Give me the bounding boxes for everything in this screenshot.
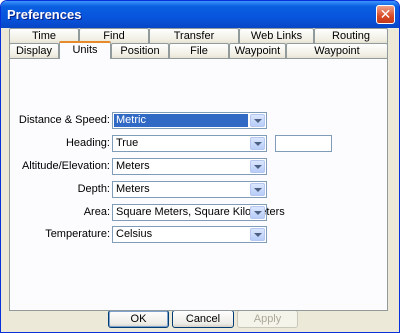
selected-value: Metric bbox=[114, 114, 248, 127]
close-icon: ✕ bbox=[379, 6, 392, 22]
altitude-label: Altitude/Elevation: bbox=[21, 160, 110, 172]
chevron-down-icon[interactable] bbox=[250, 114, 265, 127]
tab-transfer[interactable]: Transfer bbox=[149, 28, 239, 44]
apply-button[interactable]: Apply bbox=[237, 310, 298, 328]
depth-label: Depth: bbox=[77, 183, 110, 195]
heading-value-field[interactable] bbox=[275, 135, 332, 152]
selected-value: True bbox=[116, 137, 139, 149]
chevron-down-icon[interactable] bbox=[250, 160, 265, 173]
tab-units[interactable]: Units bbox=[59, 41, 111, 59]
tab-label: Units bbox=[72, 44, 98, 56]
area-select[interactable]: Square Meters, Square Kilometers bbox=[112, 204, 285, 221]
window-title: Preferences bbox=[7, 7, 82, 22]
tab-label: Waypoint bbox=[234, 45, 281, 57]
distance-speed-label: Distance & Speed: bbox=[18, 114, 110, 126]
distance-speed-select[interactable]: Metric bbox=[112, 112, 267, 129]
preferences-window: Preferences ✕ Time Find Transfer Web Lin… bbox=[0, 0, 400, 333]
altitude-select[interactable]: Meters bbox=[112, 158, 267, 175]
area-label: Area: bbox=[83, 206, 110, 218]
chevron-down-icon[interactable] bbox=[250, 137, 265, 150]
temperature-select[interactable]: Celsius bbox=[112, 226, 267, 243]
heading-label: Heading: bbox=[65, 137, 110, 149]
tab-label: Transfer bbox=[173, 30, 215, 42]
close-button[interactable]: ✕ bbox=[376, 5, 395, 24]
selected-value: Celsius bbox=[116, 228, 153, 240]
dialog-client: Time Find Transfer Web Links Routing Dis… bbox=[4, 28, 396, 329]
title-bar[interactable]: Preferences ✕ bbox=[1, 1, 399, 28]
tab-display[interactable]: Display bbox=[9, 43, 59, 59]
tab-routing[interactable]: Routing bbox=[314, 28, 388, 44]
tab-label: Display bbox=[15, 45, 53, 57]
units-panel: Distance & Speed: Metric Heading: True A… bbox=[9, 58, 388, 311]
tab-position[interactable]: Position bbox=[111, 43, 169, 59]
ok-button[interactable]: OK bbox=[108, 310, 169, 328]
tab-web-links[interactable]: Web Links bbox=[239, 28, 314, 44]
tab-label: Web Links bbox=[250, 30, 303, 42]
heading-select[interactable]: True bbox=[112, 135, 267, 152]
tab-label: Time bbox=[31, 30, 57, 42]
tab-label: Routing bbox=[332, 30, 370, 42]
selected-value: Meters bbox=[116, 160, 150, 172]
temperature-label: Temperature: bbox=[45, 228, 110, 240]
depth-select[interactable]: Meters bbox=[112, 181, 267, 198]
chevron-down-icon[interactable] bbox=[250, 206, 265, 219]
tab-waypoint-categories[interactable]: Waypoint Categories bbox=[286, 43, 388, 72]
selected-value: Meters bbox=[116, 183, 150, 195]
chevron-down-icon[interactable] bbox=[250, 228, 265, 241]
tab-label: Position bbox=[120, 45, 160, 57]
tab-waypoint[interactable]: Waypoint bbox=[229, 43, 286, 59]
cancel-button[interactable]: Cancel bbox=[172, 310, 234, 328]
chevron-down-icon[interactable] bbox=[250, 183, 265, 196]
tab-file-location[interactable]: File Location bbox=[169, 43, 229, 72]
